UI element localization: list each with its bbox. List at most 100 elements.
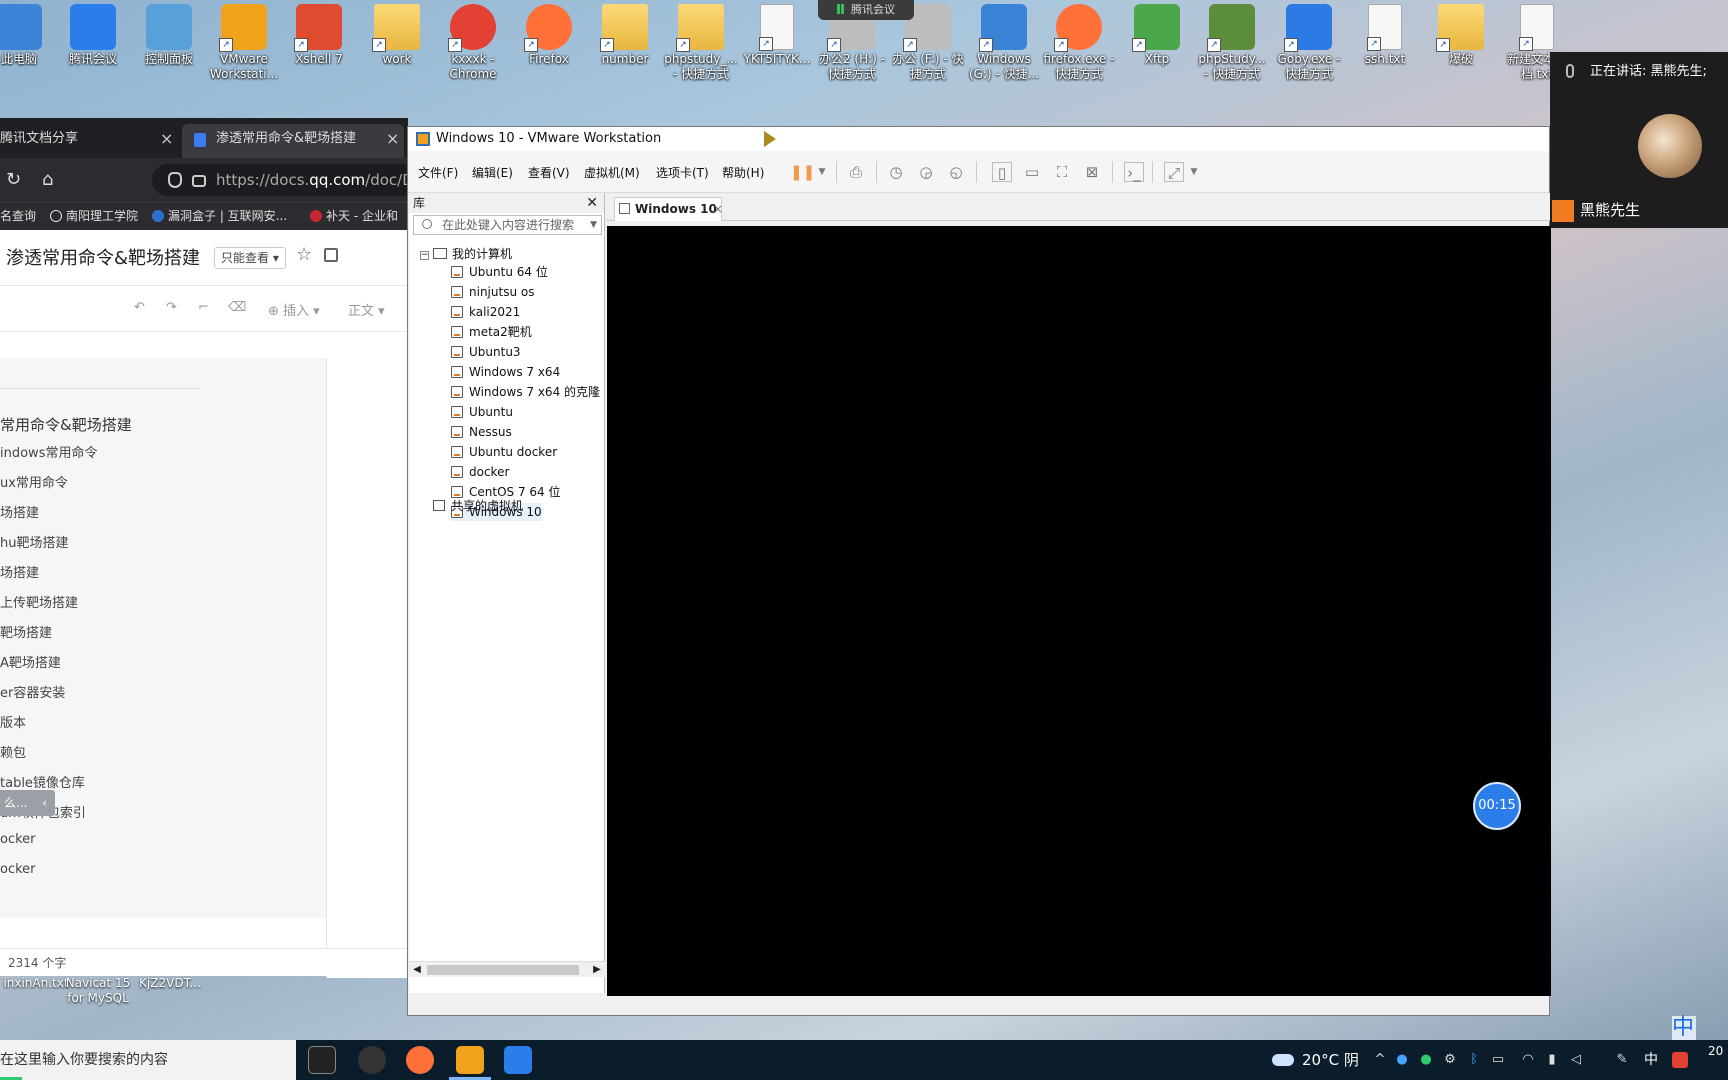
close-tab-icon[interactable]: × [160,124,173,154]
bluetooth-icon[interactable]: ᛒ [1466,1052,1482,1068]
meeting-indicator[interactable]: 腾讯会议 [818,0,914,20]
outline-item[interactable]: 场搭建 [0,502,39,521]
console-icon[interactable]: ›_ [1124,162,1144,182]
format-painter-icon[interactable]: ⌐ [198,300,209,315]
fullscreen-icon[interactable]: ⛶ [1052,162,1072,182]
desktop-icon-control-panel[interactable]: 控制面板 [132,4,206,67]
ime-indicator[interactable]: 中 [1644,1040,1658,1080]
volume-icon[interactable]: ◁ [1568,1052,1584,1068]
vm-tab-windows10[interactable]: Windows 10 × [614,197,723,221]
microphone-icon[interactable]: ▮ [1544,1052,1560,1068]
vmware-icon[interactable] [449,1046,491,1080]
terminal-icon[interactable] [308,1046,336,1074]
clock[interactable]: 20 [1708,1042,1723,1060]
bookmark-item[interactable]: 补天 - 企业和 [310,203,398,229]
desktop-icon-windows-drive[interactable]: ↗ Windows (G:) - 快捷... [967,4,1041,82]
send-ctrl-alt-del-icon[interactable]: ⎙ [846,162,866,182]
vm-console-screen[interactable] [607,226,1551,996]
outline-item[interactable]: 靶场搭建 [0,622,52,641]
note-icon[interactable] [324,248,338,262]
settings-icon[interactable]: ⚙ [1442,1052,1458,1068]
bookmark-item[interactable]: 南阳理工学院 [50,203,138,229]
chevron-up-icon[interactable]: ^ [1372,1052,1388,1068]
library-search-input[interactable]: 在此处键入内容进行搜索 ▼ [413,215,602,235]
tree-node-vm[interactable]: Windows 7 x64 [451,363,560,381]
tree-node-vm[interactable]: Nessus [451,423,512,441]
desktop-icon-tencent-meeting[interactable]: 腾讯会议 [56,4,130,67]
recording-timer[interactable]: 00:15 [1473,782,1521,830]
outline-item[interactable]: 场搭建 [0,562,39,581]
outline-item[interactable]: A靶场搭建 [0,652,61,671]
snapshot-manager-icon[interactable]: ◵ [946,162,966,182]
desktop-icon-xshell[interactable]: ↗ Xshell 7 [282,4,356,67]
scroll-right-icon[interactable]: ▶ [589,962,605,978]
tree-node-vm[interactable]: Ubuntu3 [451,343,521,361]
unity-icon[interactable]: ⊠ [1082,162,1102,182]
revert-snapshot-icon[interactable]: ◶ [916,162,936,182]
scrollbar-thumb[interactable] [427,965,579,975]
tree-node-vm[interactable]: Ubuntu [451,403,513,421]
desktop-icon-firefox[interactable]: ↗ Firefox [512,4,586,67]
redo-icon[interactable]: ↷ [166,300,177,315]
outline-item[interactable]: table镜像仓库 [0,772,85,791]
desktop-icon-xftp[interactable]: ↗ Xftp [1120,4,1194,67]
taskbar-search-input[interactable]: 在这里输入你要搜索的内容 [0,1040,296,1080]
menu-file[interactable]: 文件(F) [418,164,458,181]
display-icon[interactable]: ▭ [1490,1052,1506,1068]
style-menu[interactable]: 正文 ▾ [348,300,385,319]
tree-node-vm[interactable]: ninjutsu os [451,283,534,301]
outline-item[interactable]: ocker [0,832,36,847]
desktop-icon-number-folder[interactable]: ↗ number [588,4,662,67]
tree-node-shared-vms[interactable]: 共享的虚拟机 [433,497,523,515]
home-icon[interactable]: ⌂ [42,169,53,190]
tree-node-vm[interactable]: Ubuntu 64 位 [451,263,548,281]
avatar[interactable] [1638,114,1702,178]
url-bar[interactable]: https://docs.qq.com/doc/DV [152,164,422,196]
desktop-icon-phpstudy2[interactable]: ↗ phpStudy... - 快捷方式 [1195,4,1269,82]
menu-tabs[interactable]: 选项卡(T) [656,164,709,181]
shield-icon[interactable]: ● [1394,1052,1410,1068]
menu-edit[interactable]: 编辑(E) [472,164,513,181]
ime-floating-icon[interactable]: 中 [1672,1016,1696,1040]
library-toggle-icon[interactable]: ▯ [992,162,1012,182]
desktop-icon-this-pc[interactable]: 此电脑 [0,4,56,67]
pause-icon[interactable]: ❚❚ [790,162,815,182]
outline-item[interactable]: 赖包 [0,742,26,761]
tree-node-vm[interactable]: docker [451,463,509,481]
close-tab-icon[interactable]: × [386,124,399,154]
tree-node-vm[interactable]: Windows 7 x64 的克隆 [451,383,600,401]
outline-item[interactable]: 版本 [0,712,26,731]
tree-node-vm[interactable]: Ubuntu docker [451,443,557,461]
wifi-icon[interactable]: ◠ [1520,1052,1536,1068]
goby-app-icon[interactable] [358,1046,386,1074]
desktop-icon-label[interactable]: KjZ2VDT... [134,976,206,991]
firefox-icon[interactable] [406,1046,434,1074]
weather-widget[interactable]: 20°C 阴 [1272,1040,1359,1080]
outline-item[interactable]: ux常用命令 [0,472,68,491]
desktop-icon-bruteforce-folder[interactable]: ↗ 爆破 [1424,4,1498,67]
tree-node-vm[interactable]: kali2021 [451,303,520,321]
outline-item[interactable]: hu靶场搭建 [0,532,68,551]
close-icon[interactable]: ✕ [586,193,598,213]
thumbnail-bar-icon[interactable]: ▭ [1022,162,1042,182]
desktop-icon-phpstudy-shortcut[interactable]: ↗ phpstudy_... - 快捷方式 [664,4,738,82]
outline-item[interactable]: indows常用命令 [0,442,97,461]
tree-node-my-computer[interactable]: 我的计算机 [433,245,512,263]
scroll-left-icon[interactable]: ◀ [409,962,425,978]
sogou-icon[interactable] [1672,1052,1688,1068]
desktop-icon-ssh-txt[interactable]: ↗ ssh.txt [1348,4,1422,67]
chevron-down-icon[interactable]: ▼ [590,216,597,234]
desktop-icon-work-folder[interactable]: ↗ work [360,4,434,67]
outline-item[interactable]: 上传靶场搭建 [0,592,78,611]
desktop-icon-chrome[interactable]: ↗ kxxxk - Chrome [436,4,510,82]
snapshot-icon[interactable]: ◷ [886,162,906,182]
menu-vm[interactable]: 虚拟机(M) [584,164,640,181]
pen-icon[interactable]: ✎ [1614,1052,1630,1068]
desktop-icon-vmware-workstation[interactable]: ↗ VMware Workstati... [207,4,281,82]
browser-tab-share[interactable]: 腾讯文档分享 × [0,124,176,158]
collapse-icon[interactable]: − [420,251,429,260]
stretch-guest-icon[interactable]: ⤢ [1164,162,1184,182]
undo-icon[interactable]: ↶ [134,300,145,315]
wechat-icon[interactable]: ● [1418,1052,1434,1068]
outline-item[interactable]: er容器安装 [0,682,65,701]
